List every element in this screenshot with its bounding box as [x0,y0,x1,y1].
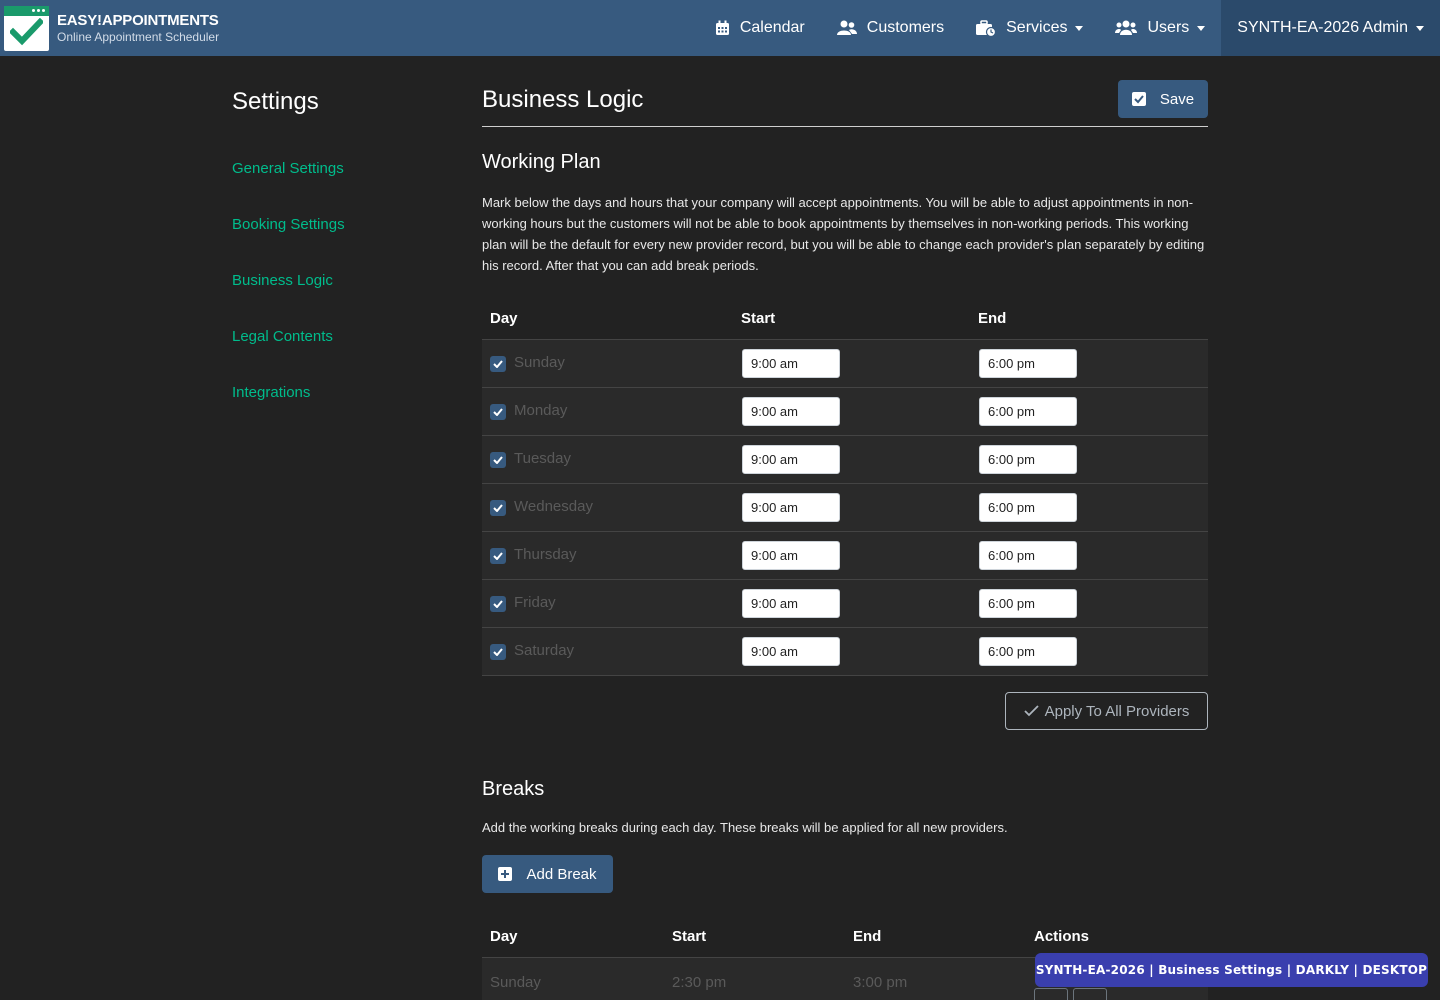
end-time-input[interactable]: 6:00 pm [979,589,1077,618]
save-button-label: Save [1159,90,1195,108]
end-time-input[interactable]: 6:00 pm [979,397,1077,426]
users-icon [836,20,857,36]
table-header: Day Start End Actions [482,918,1208,958]
start-time-input[interactable]: 9:00 am [742,349,840,378]
sidebar-title: Settings [232,88,319,115]
table-row: Thursday 9:00 am 6:00 pm [482,532,1208,580]
top-navbar: EASY!APPOINTMENTS Online Appointment Sch… [0,0,1440,56]
sidebar-item-legal-contents[interactable]: Legal Contents [232,328,333,345]
working-plan-heading: Working Plan [482,151,601,173]
day-label: Sunday [514,354,565,371]
table-row: Wednesday 9:00 am 6:00 pm [482,484,1208,532]
end-time-input[interactable]: 6:00 pm [979,637,1077,666]
table-row: Friday 9:00 am 6:00 pm [482,580,1208,628]
table-row: Saturday 9:00 am 6:00 pm [482,628,1208,676]
calendar-icon [715,20,730,36]
nav-customers-label: Customers [866,19,945,36]
start-time-input[interactable]: 9:00 am [742,541,840,570]
break-day: Sunday [490,974,541,991]
chevron-down-icon [1075,25,1084,31]
end-time-input[interactable]: 6:00 pm [979,349,1077,378]
day-label: Wednesday [514,498,593,515]
nav-services-label: Services [1006,19,1068,36]
end-time-input[interactable]: 6:00 pm [979,541,1077,570]
nav-admin-account[interactable]: SYNTH-EA-2026 Admin [1221,0,1440,56]
app-logo [4,5,49,51]
nav-calendar[interactable]: Calendar [699,0,821,56]
sidebar-item-integrations[interactable]: Integrations [232,384,310,401]
column-header-end: End [978,310,1007,327]
nav-users-label: Users [1147,19,1190,36]
nav-services[interactable]: Services [960,0,1099,56]
day-label: Friday [514,594,556,611]
column-header-day: Day [490,928,518,945]
column-header-actions: Actions [1034,928,1090,945]
day-label: Tuesday [514,450,571,467]
table-row: Monday 9:00 am 6:00 pm [482,388,1208,436]
brand-title: EASY!APPOINTMENTS [57,11,219,29]
nav-calendar-label: Calendar [739,19,805,36]
delete-break-button[interactable] [1073,988,1107,1000]
end-time-input[interactable]: 6:00 pm [979,445,1077,474]
save-button[interactable]: Save [1118,80,1208,118]
nav-admin-label: SYNTH-EA-2026 Admin [1237,19,1408,36]
chevron-down-icon [1416,25,1424,31]
nav-menu: Calendar Customers Services Users SYNTH-… [699,0,1440,56]
start-time-input[interactable]: 9:00 am [742,493,840,522]
sidebar-item-booking-settings[interactable]: Booking Settings [232,216,345,233]
chevron-down-icon [1197,25,1206,31]
check-icon [1023,705,1039,717]
breaks-description: Add the working breaks during each day. … [482,820,1008,835]
start-time-input[interactable]: 9:00 am [742,445,840,474]
column-header-start: Start [741,310,776,327]
day-label: Monday [514,402,568,419]
business-time-icon [976,19,997,37]
break-end: 3:00 pm [853,974,908,991]
add-break-label: Add Break [526,865,597,883]
start-time-input[interactable]: 9:00 am [742,589,840,618]
day-checkbox[interactable] [490,644,506,660]
start-time-input[interactable]: 9:00 am [742,637,840,666]
day-checkbox[interactable] [490,596,506,612]
end-time-input[interactable]: 6:00 pm [979,493,1077,522]
apply-to-all-providers-button[interactable]: Apply To All Providers [1005,692,1208,730]
sidebar-item-business-logic[interactable]: Business Logic [232,272,333,289]
add-break-button[interactable]: Add Break [482,855,613,893]
sidebar-item-general-settings[interactable]: General Settings [232,160,344,177]
users-cog-icon [1115,20,1138,36]
table-header: Day Start End [482,300,1208,340]
day-checkbox[interactable] [490,404,506,420]
title-divider [482,126,1208,127]
day-label: Saturday [514,642,575,659]
brand[interactable]: EASY!APPOINTMENTS Online Appointment Sch… [0,5,220,51]
check-square-icon [1131,92,1146,106]
page-title: Business Logic [482,86,644,113]
column-header-end: End [853,928,882,945]
table-row: Sunday 9:00 am 6:00 pm [482,340,1208,388]
day-checkbox[interactable] [490,356,506,372]
breaks-heading: Breaks [482,778,545,800]
day-checkbox[interactable] [490,548,506,564]
column-header-day: Day [490,310,518,327]
nav-customers[interactable]: Customers [821,0,960,56]
working-plan-description: Mark below the days and hours that your … [482,195,1205,273]
environment-badge: SYNTH-EA-2026 | Business Settings | DARK… [1035,953,1428,987]
plus-square-icon [498,867,513,881]
start-time-input[interactable]: 9:00 am [742,397,840,426]
day-checkbox[interactable] [490,500,506,516]
edit-break-button[interactable] [1034,988,1068,1000]
day-checkbox[interactable] [490,452,506,468]
table-row: Tuesday 9:00 am 6:00 pm [482,436,1208,484]
nav-users[interactable]: Users [1099,0,1221,56]
brand-subtitle: Online Appointment Scheduler [57,29,220,44]
column-header-start: Start [672,928,707,945]
working-plan-table: Day Start End Sunday 9:00 am 6:00 pm Mon… [482,300,1208,676]
day-label: Thursday [514,546,577,563]
break-start: 2:30 pm [672,974,727,991]
checkmark-icon [10,17,43,45]
apply-button-label: Apply To All Providers [1044,702,1190,720]
